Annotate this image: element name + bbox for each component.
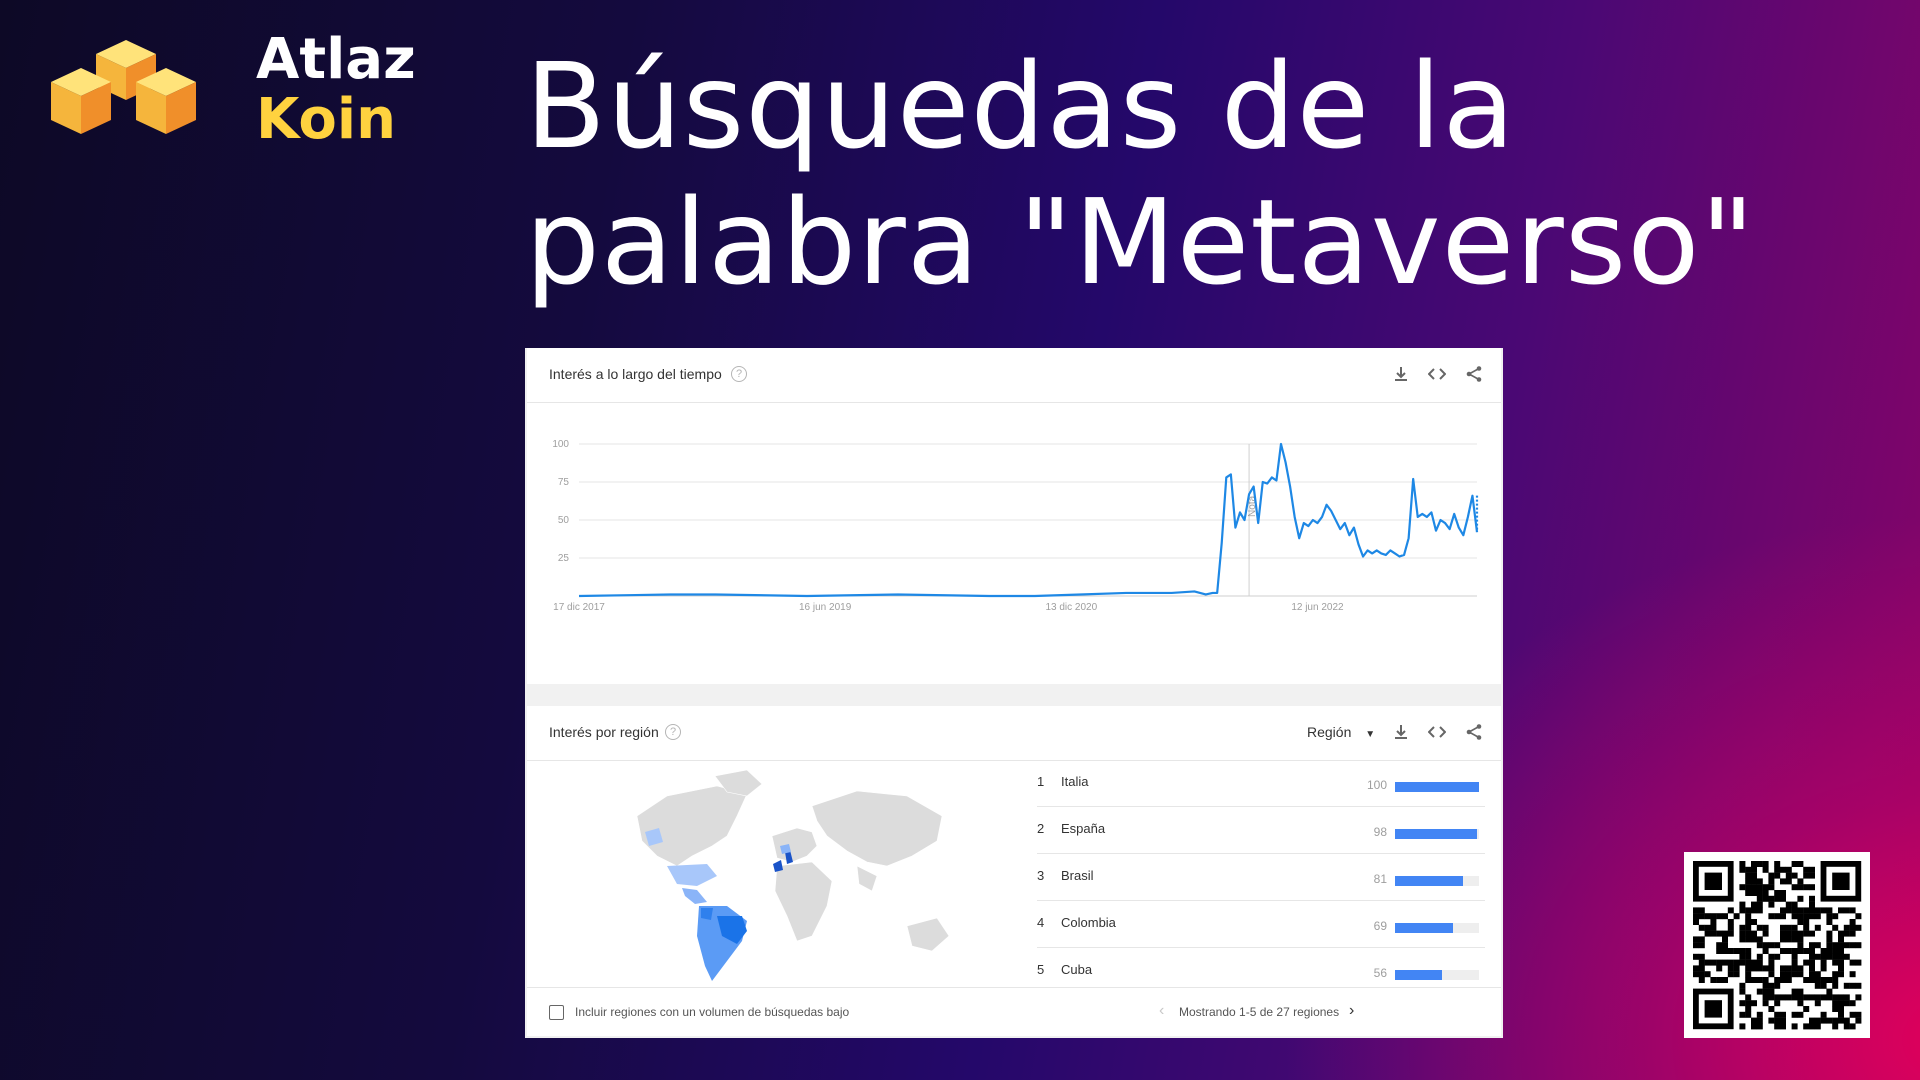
x-tick-label: 16 jun 2019 xyxy=(799,602,852,613)
region-rank: 4 xyxy=(1037,915,1045,930)
interest-line-chart: 100 75 50 25 17 dic 2017 16 jun 2019 13 dic 20… xyxy=(552,439,1479,613)
share-icon[interactable] xyxy=(1462,362,1486,386)
help-icon[interactable]: ? xyxy=(731,366,747,382)
page-title-line-1: Búsquedas de la xyxy=(525,37,1516,175)
x-tick-label: 17 dic 2017 xyxy=(553,602,605,613)
embed-icon[interactable] xyxy=(1425,362,1449,386)
y-tick-label: 50 xyxy=(558,515,570,526)
caret-down-icon: ▼ xyxy=(1365,729,1376,740)
chevron-right-icon[interactable]: › xyxy=(1349,1002,1354,1020)
embed-icon[interactable] xyxy=(1425,720,1449,744)
card-header: Interés a lo largo del tiempo ? xyxy=(527,348,1501,403)
pager-status: Mostrando 1-5 de 27 regiones xyxy=(1179,1005,1340,1019)
region-name: España xyxy=(1061,821,1106,836)
card-title: Interés a lo largo del tiempo xyxy=(549,366,722,382)
region-value: 69 xyxy=(1373,919,1387,933)
qr-code xyxy=(1684,852,1870,1038)
region-bar xyxy=(1395,970,1443,980)
region-rank: 3 xyxy=(1037,868,1045,883)
region-row[interactable]: 1 Italia 100 xyxy=(1037,760,1485,807)
region-bar xyxy=(1395,923,1453,933)
region-bar xyxy=(1395,829,1478,839)
region-bar-track xyxy=(1395,782,1479,792)
region-bar-track xyxy=(1395,970,1479,980)
region-rank: 5 xyxy=(1037,962,1045,977)
region-row[interactable]: 4 Colombia 69 xyxy=(1037,901,1485,948)
card-title: Interés por región xyxy=(549,724,659,740)
page-title-line-2: palabra "Metaverso" xyxy=(525,173,1756,311)
download-icon[interactable] xyxy=(1389,362,1413,386)
x-tick-label: 12 jun 2022 xyxy=(1291,602,1344,613)
x-tick-label: 13 dic 2020 xyxy=(1045,602,1097,613)
region-name: Italia xyxy=(1061,774,1089,789)
y-tick-label: 25 xyxy=(558,553,570,564)
atlaz-koin-logo: Atlaz Koin xyxy=(48,30,416,150)
world-map[interactable] xyxy=(597,766,957,986)
region-row[interactable]: 3 Brasil 81 xyxy=(1037,854,1485,901)
interest-by-region-card: Interés por región ? Región ▼ 1 Italia 1… xyxy=(527,706,1501,1036)
region-rank: 1 xyxy=(1037,774,1045,789)
region-name: Colombia xyxy=(1061,915,1116,930)
region-row[interactable]: 2 España 98 xyxy=(1037,807,1485,854)
interest-over-time-card: Interés a lo largo del tiempo ? 100 75 50 2… xyxy=(527,348,1501,684)
region-bar-track xyxy=(1395,829,1479,839)
qr-code-pattern xyxy=(1693,861,1862,1030)
low-volume-checkbox[interactable] xyxy=(549,1005,564,1020)
region-name: Brasil xyxy=(1061,868,1094,883)
card-header: Interés por región ? Región ▼ xyxy=(527,706,1501,761)
share-icon[interactable] xyxy=(1462,720,1486,744)
region-value: 56 xyxy=(1373,966,1387,980)
help-icon[interactable]: ? xyxy=(665,724,681,740)
region-bar xyxy=(1395,782,1479,792)
region-value: 98 xyxy=(1373,825,1387,839)
low-volume-checkbox-label: Incluir regiones con un volumen de búsqu… xyxy=(575,1005,850,1019)
download-icon[interactable] xyxy=(1389,720,1413,744)
trends-panel: Interés a lo largo del tiempo ? 100 75 50 2… xyxy=(525,348,1503,1038)
cubes-logo-icon xyxy=(51,40,196,134)
chevron-left-icon[interactable]: ‹ xyxy=(1159,1002,1164,1020)
logo-text-koin: Koin xyxy=(256,87,396,152)
region-name: Cuba xyxy=(1061,962,1093,977)
region-dropdown-label: Región xyxy=(1307,724,1352,740)
region-rank: 2 xyxy=(1037,821,1045,836)
region-value: 81 xyxy=(1373,872,1387,886)
region-dropdown[interactable]: Región ▼ xyxy=(1307,724,1375,740)
y-tick-label: 100 xyxy=(552,439,569,450)
region-bar-track xyxy=(1395,923,1479,933)
y-tick-label: 75 xyxy=(558,477,570,488)
page-title: Búsquedas de la palabra "Metaverso" xyxy=(525,38,1865,310)
region-bar xyxy=(1395,876,1464,886)
region-value: 100 xyxy=(1366,778,1387,792)
region-bar-track xyxy=(1395,876,1479,886)
region-card-footer: Incluir regiones con un volumen de búsqu… xyxy=(527,987,1501,1036)
logo-text-atlaz: Atlaz xyxy=(256,27,416,92)
